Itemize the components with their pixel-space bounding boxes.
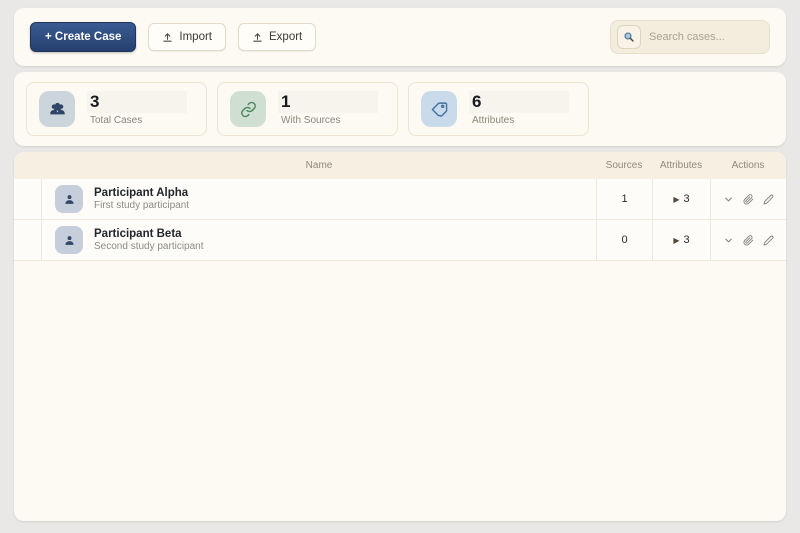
row-name-cell: Participant Beta Second study participan… [42,220,596,260]
chevron-down-icon[interactable] [723,194,734,205]
upload-icon [162,32,173,43]
table-empty-area [14,261,786,521]
stat-value-attributes: 6 [469,91,569,113]
stat-card-total-cases: 3 Total Cases [26,82,207,136]
stat-label-with-sources: With Sources [278,115,378,127]
action-icons [723,235,774,246]
row-sources-cell: 0 [596,220,652,260]
import-button[interactable]: Import [148,23,226,51]
attributes-expander[interactable]: ▶ 3 [673,234,689,246]
row-attributes-cell: ▶ 3 [652,220,710,260]
cases-table: Name Sources Attributes Actions Particip… [14,152,786,521]
stat-text: 1 With Sources [278,91,378,126]
paperclip-icon[interactable] [743,194,754,205]
name-block: Participant Beta Second study participan… [94,227,204,254]
person-icon [55,185,83,213]
table-body: Participant Alpha First study participan… [14,179,786,261]
chevron-down-icon[interactable] [723,235,734,246]
table-header-row: Name Sources Attributes Actions [14,152,786,179]
attributes-expander[interactable]: ▶ 3 [673,193,689,205]
upload-icon [252,32,263,43]
case-description: First study participant [94,200,189,213]
attributes-count: 3 [684,193,690,205]
search-icon [617,25,641,49]
header-actions: Actions [710,160,786,171]
person-icon [55,226,83,254]
export-button[interactable]: Export [238,23,316,51]
export-button-label: Export [269,31,302,43]
stats-panel: 3 Total Cases 1 With Sources 6 Attribute… [14,72,786,146]
import-button-label: Import [179,31,212,43]
case-name: Participant Beta [94,227,204,241]
link-icon [230,91,266,127]
stat-value-with-sources: 1 [278,91,378,113]
row-expand-cell[interactable] [14,179,42,219]
sources-count: 0 [621,234,627,246]
action-icons [723,194,774,205]
case-name: Participant Alpha [94,186,189,200]
users-icon [39,91,75,127]
search-box[interactable] [610,20,770,54]
stat-card-with-sources: 1 With Sources [217,82,398,136]
case-description: Second study participant [94,241,204,254]
table-row[interactable]: Participant Alpha First study participan… [14,179,786,220]
case-manager-page: + Create Case Import Export [0,0,800,533]
stat-label-total-cases: Total Cases [87,115,187,127]
tag-icon [421,91,457,127]
row-actions-cell [710,220,786,260]
row-sources-cell: 1 [596,179,652,219]
caret-right-icon: ▶ [673,236,679,245]
stat-label-attributes: Attributes [469,115,569,127]
name-block: Participant Alpha First study participan… [94,186,189,213]
stat-card-attributes: 6 Attributes [408,82,589,136]
search-input[interactable] [649,31,759,43]
pencil-icon[interactable] [763,194,774,205]
header-attributes: Attributes [652,160,710,171]
caret-right-icon: ▶ [673,195,679,204]
toolbar: + Create Case Import Export [14,8,786,66]
create-case-button[interactable]: + Create Case [30,22,136,52]
row-name-cell: Participant Alpha First study participan… [42,179,596,219]
paperclip-icon[interactable] [743,235,754,246]
row-expand-cell[interactable] [14,220,42,260]
header-sources: Sources [596,160,652,171]
stat-text: 6 Attributes [469,91,569,126]
stat-text: 3 Total Cases [87,91,187,126]
table-row[interactable]: Participant Beta Second study participan… [14,220,786,261]
stat-value-total-cases: 3 [87,91,187,113]
pencil-icon[interactable] [763,235,774,246]
sources-count: 1 [621,193,627,205]
header-name: Name [42,160,596,171]
attributes-count: 3 [684,234,690,246]
row-actions-cell [710,179,786,219]
row-attributes-cell: ▶ 3 [652,179,710,219]
